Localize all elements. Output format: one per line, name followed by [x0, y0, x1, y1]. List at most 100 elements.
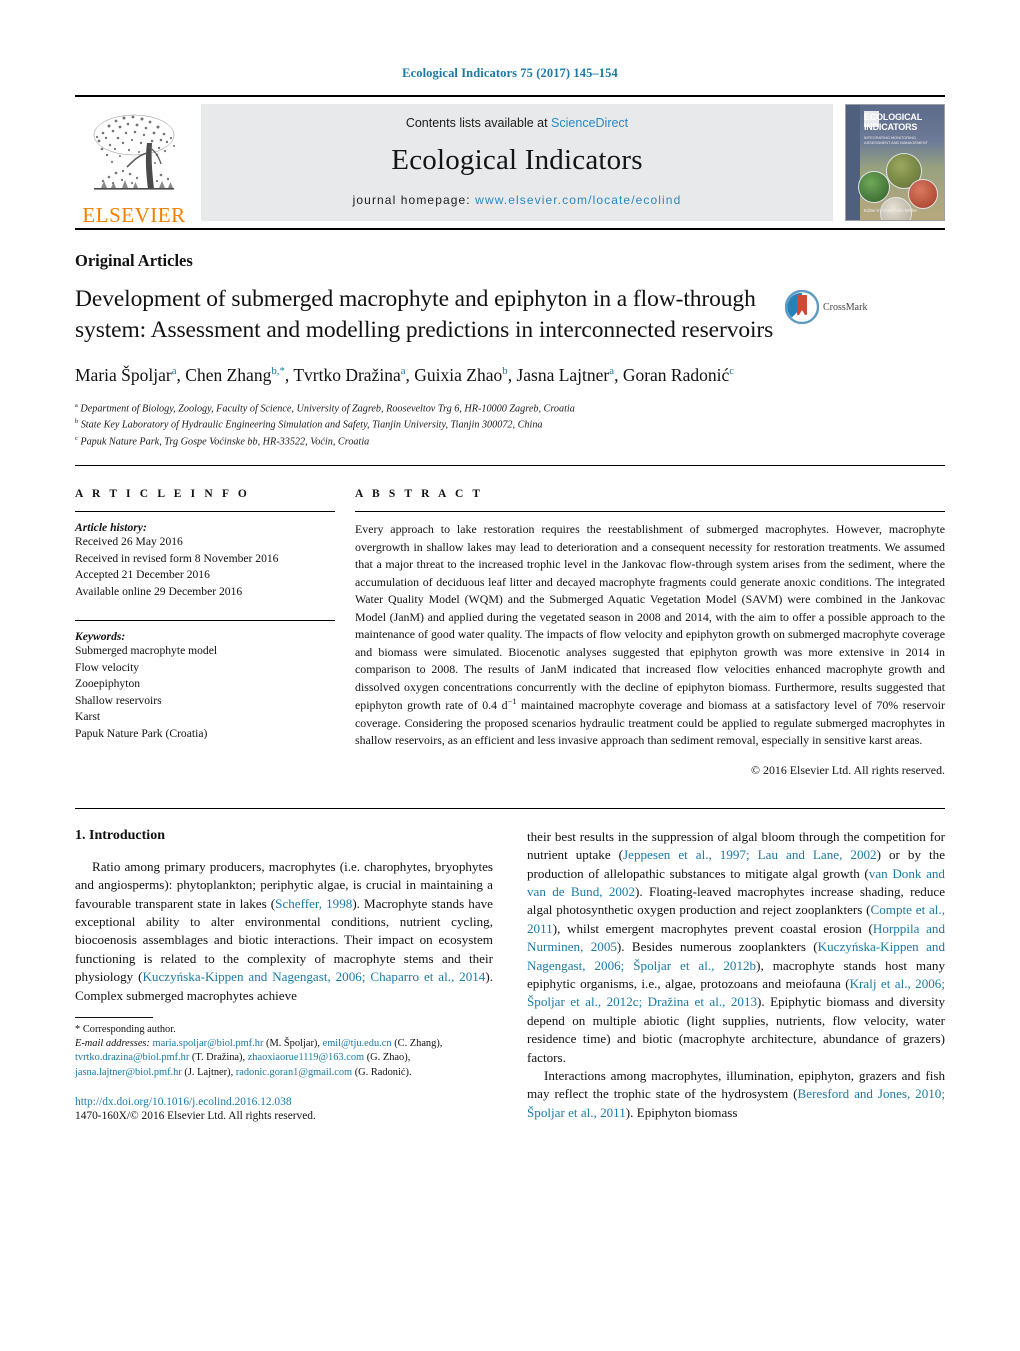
footnote-area: * Corresponding author. E-mail addresses… — [75, 1016, 493, 1123]
journal-masthead: ELSEVIER Contents lists available at Sci… — [75, 95, 945, 230]
author-affiliation-marker: b,* — [271, 365, 285, 378]
abstract-column: A B S T R A C T Every approach to lake r… — [355, 488, 945, 777]
email-owner: (J. Lajtner), — [181, 1066, 236, 1078]
journal-band: Contents lists available at ScienceDirec… — [201, 104, 833, 221]
keywords-rule — [75, 620, 335, 622]
email-owner: (G. Zhao), — [364, 1052, 411, 1064]
email-addresses-label: E-mail addresses: — [75, 1038, 153, 1050]
cover-title: ECOLOGICAL INDICATORS — [864, 112, 922, 132]
citation-link[interactable]: van Donk and van de Bund, 2002 — [527, 866, 945, 899]
homepage-prefix: journal homepage: — [352, 193, 476, 207]
footnote-divider — [75, 1016, 153, 1018]
author-affiliation-marker: a — [609, 365, 615, 378]
abstract-text: Every approach to lake restoration requi… — [355, 522, 945, 748]
affiliation-list: a Department of Biology, Zoology, Facult… — [75, 401, 945, 451]
journal-homepage-line: journal homepage: www.elsevier.com/locat… — [353, 193, 682, 207]
header-divider — [75, 465, 945, 467]
paragraph: Ratio among primary producers, macrophyt… — [75, 858, 493, 1003]
doi-link[interactable]: http://dx.doi.org/10.1016/j.ecolind.2016… — [75, 1096, 493, 1108]
article-info-heading: A R T I C L E I N F O — [75, 488, 250, 501]
email-link[interactable]: radonic.goran1@gmail.com — [236, 1067, 352, 1078]
author-affiliation-marker: a — [171, 365, 177, 378]
author-name: Maria Špoljar — [75, 365, 172, 386]
author-name: Jasna Lajtner — [516, 365, 610, 386]
contents-prefix: Contents lists available at — [405, 116, 552, 130]
cover-subtitle: INTEGRATING MONITORING, ASSESSMENT AND M… — [864, 135, 928, 145]
cover-footer: Editor-in-Chief Felix Müller — [864, 208, 918, 214]
email-link[interactable]: zhaoxiaorue1119@163.com — [248, 1052, 364, 1063]
body-columns: 1. Introduction Ratio among primary prod… — [75, 828, 945, 1122]
crossmark-icon — [784, 289, 820, 325]
body-column-right: their best results in the suppression of… — [527, 828, 945, 1122]
citation-link[interactable]: Kuczyńska-Kippen and Nagengast, 2006; Ch… — [142, 969, 485, 984]
paragraph: Interactions among macrophytes, illumina… — [527, 1067, 945, 1120]
affiliation-item: b State Key Laboratory of Hydraulic Engi… — [75, 418, 543, 431]
sciencedirect-link[interactable]: ScienceDirect — [551, 116, 628, 130]
journal-homepage-link[interactable]: www.elsevier.com/locate/ecolind — [475, 193, 681, 207]
article-history-item: Available online 29 December 2016 — [75, 584, 243, 598]
author-affiliation-marker: c — [729, 365, 735, 378]
corresponding-text: Corresponding author. — [82, 1023, 176, 1035]
author-list: Maria Špoljara, Chen Zhangb,*, Tvrtko Dr… — [75, 365, 735, 386]
corresponding-author-note: * Corresponding author. — [75, 1023, 493, 1037]
issn-copyright-line: 1470-160X/© 2016 Elsevier Ltd. All right… — [75, 1110, 316, 1123]
email-link[interactable]: maria.spoljar@biol.pmf.hr — [153, 1038, 264, 1049]
abstract-heading: A B S T R A C T — [355, 488, 484, 501]
keywords-block: Keywords: Submerged macrophyte model Flow… — [75, 620, 335, 742]
crossmark-label: CrossMark — [823, 301, 868, 313]
author-affiliation-marker: b — [502, 365, 508, 378]
page-title: Development of submerged macrophyte and … — [75, 286, 774, 343]
keyword-item: Flow velocity — [75, 660, 140, 674]
section-title-introduction: 1. Introduction — [75, 827, 165, 843]
elsevier-logo: ELSEVIER — [75, 97, 193, 228]
journal-title: Ecological Indicators — [391, 144, 643, 176]
keyword-item: Zooepiphyton — [75, 677, 141, 691]
title-row: Development of submerged macrophyte and … — [75, 284, 945, 345]
email-link[interactable]: tvrtko.drazina@biol.pmf.hr — [75, 1052, 189, 1063]
email-link[interactable]: jasna.lajtner@biol.pmf.hr — [75, 1067, 182, 1078]
citation-link[interactable]: Kralj et al., 2006; Špoljar et al., 2012… — [527, 976, 945, 1009]
keywords-list: Submerged macrophyte model Flow velocity Z… — [75, 643, 335, 742]
article-type-label: Original Articles — [75, 251, 193, 270]
email-addresses-note: E-mail addresses: maria.spoljar@biol.pmf… — [75, 1037, 493, 1080]
keyword-item: Submerged macrophyte model — [75, 644, 218, 658]
cover-photo-circle — [908, 179, 938, 209]
article-history-label: Article history: — [75, 521, 147, 535]
email-owner: (M. Špoljar), — [263, 1038, 323, 1050]
citation-link[interactable]: Scheffer, 1998 — [275, 896, 352, 911]
article-history-list: Received 26 May 2016 Received in revised … — [75, 534, 335, 600]
author-name: Goran Radonić — [622, 365, 730, 386]
corresponding-marker: * — [75, 1023, 81, 1035]
elsevier-tree-icon — [93, 114, 175, 190]
contents-available-line: Contents lists available at ScienceDirec… — [406, 116, 628, 130]
journal-cover-thumbnail: ECOLOGICAL INDICATORS INTEGRATING MONITO… — [845, 104, 945, 221]
keyword-item: Papuk Nature Park (Croatia) — [75, 726, 208, 740]
keywords-label: Keywords: — [75, 630, 126, 644]
author-name: Guixia Zhao — [414, 365, 503, 386]
affiliation-item: c Papuk Nature Park, Trg Gospe Voćinske … — [75, 434, 370, 448]
article-history-item: Received 26 May 2016 — [75, 535, 183, 549]
email-owner: (G. Radonić). — [352, 1066, 412, 1078]
abstract-bottom-divider — [75, 807, 945, 809]
cover-spine — [846, 105, 860, 220]
email-link[interactable]: emil@tju.edu.cn — [323, 1038, 392, 1049]
article-info-column: A R T I C L E I N F O Article history: R… — [75, 488, 355, 777]
author-name: Chen Zhang — [185, 365, 272, 386]
citation-link[interactable]: Beresford and Jones, 2010; Špoljar et al… — [527, 1086, 945, 1119]
paragraph: their best results in the suppression of… — [527, 828, 946, 1065]
running-head: Ecological Indicators 75 (2017) 145–154 — [402, 66, 618, 80]
keyword-item: Karst — [75, 710, 101, 724]
intro-left-text: Ratio among primary producers, macrophyt… — [75, 858, 493, 1005]
citation-link[interactable]: Jeppesen et al., 1997; Lau and Lane, 200… — [623, 847, 877, 862]
article-history-item: Accepted 21 December 2016 — [75, 568, 210, 582]
body-column-left: 1. Introduction Ratio among primary prod… — [75, 828, 493, 1122]
crossmark-badge[interactable]: CrossMark — [784, 289, 880, 325]
elsevier-wordmark: ELSEVIER — [82, 203, 186, 227]
author-affiliation-marker: a — [400, 365, 406, 378]
keyword-item: Shallow reservoirs — [75, 693, 162, 707]
abstract-copyright: © 2016 Elsevier Ltd. All rights reserved… — [751, 762, 945, 777]
affiliation-item: a Department of Biology, Zoology, Facult… — [75, 401, 575, 415]
author-name: Tvrtko Dražina — [293, 365, 401, 386]
info-abstract-section: A R T I C L E I N F O Article history: R… — [75, 488, 945, 777]
email-owner: (C. Zhang), — [391, 1038, 443, 1050]
